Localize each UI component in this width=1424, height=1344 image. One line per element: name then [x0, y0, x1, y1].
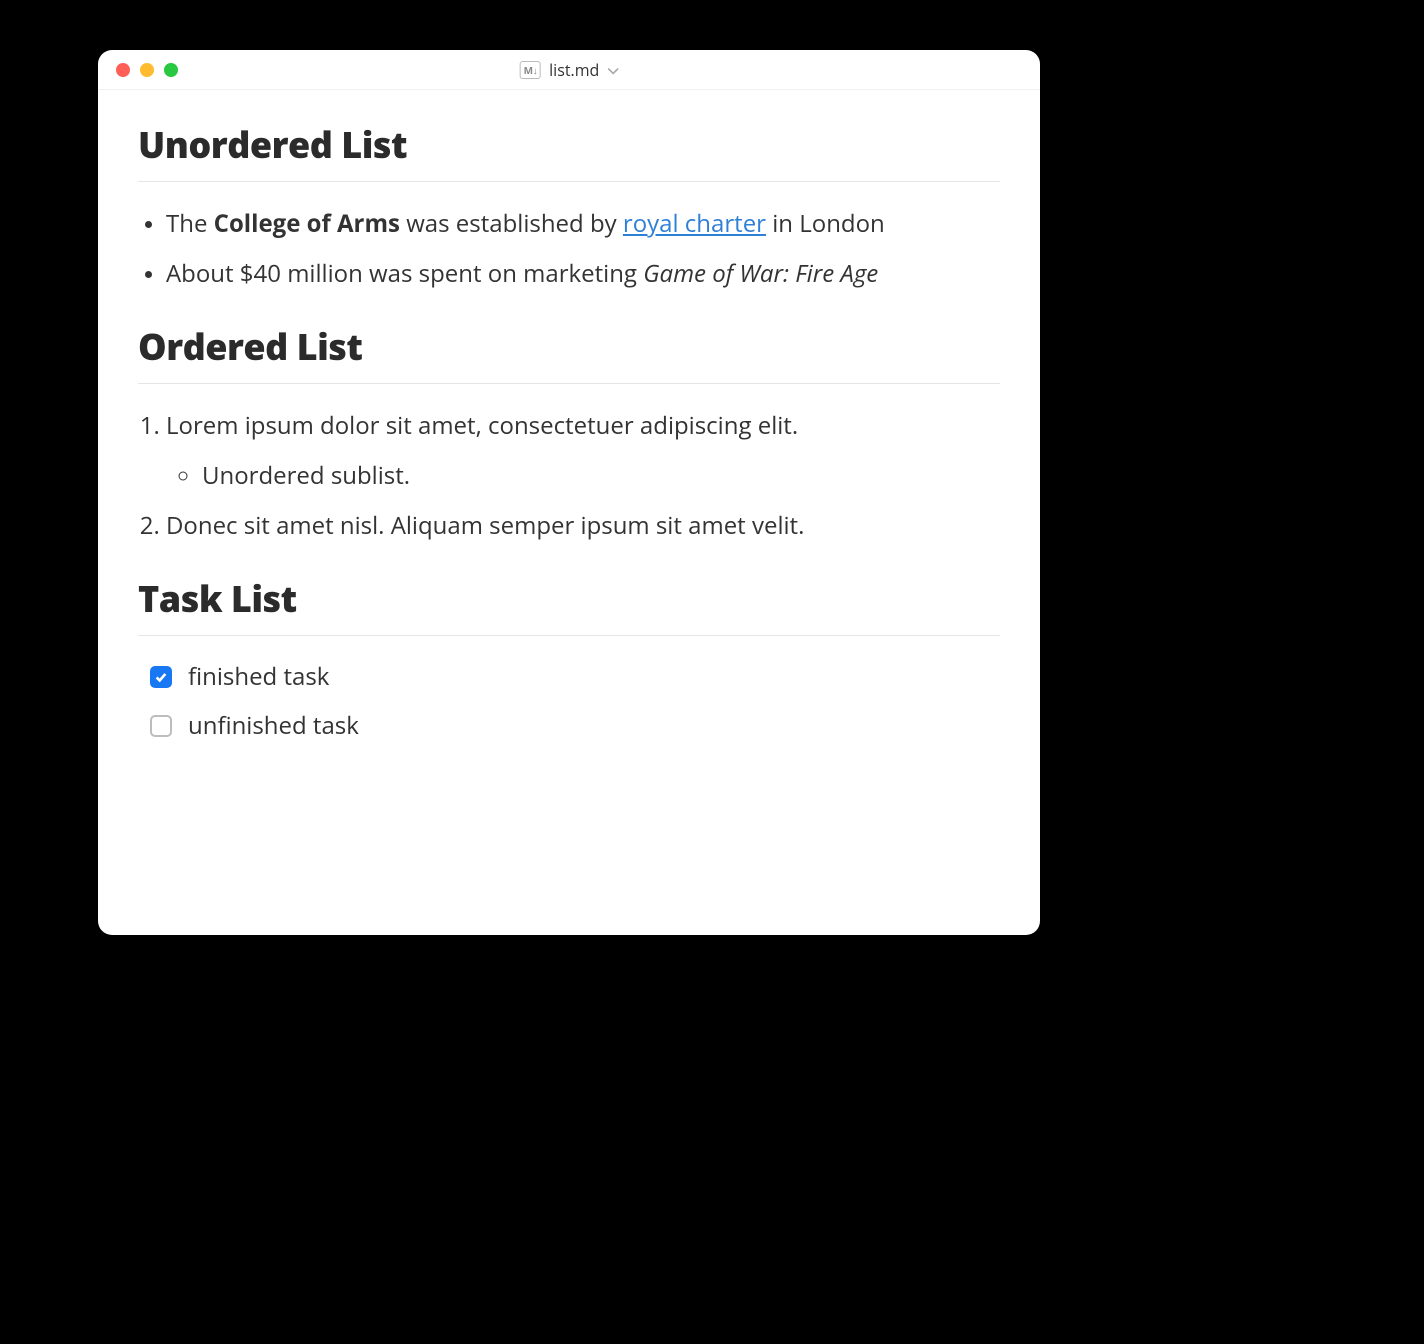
text: Unordered sublist.: [202, 459, 410, 492]
chevron-down-icon[interactable]: [607, 61, 618, 79]
filename-label: list.md: [549, 59, 599, 81]
text: was established by: [400, 207, 623, 240]
text: The: [166, 207, 214, 240]
unordered-list: The College of Arms was established by r…: [138, 206, 1000, 292]
heading-ordered-list: Ordered List: [138, 322, 1000, 384]
task-label: finished task: [188, 660, 329, 693]
royal-charter-link[interactable]: royal charter: [623, 207, 766, 240]
close-button[interactable]: [116, 63, 130, 77]
traffic-lights: [98, 63, 178, 77]
list-item: The College of Arms was established by r…: [166, 206, 1000, 242]
list-item: Lorem ipsum dolor sit amet, consectetuer…: [166, 408, 1000, 494]
list-item: Donec sit amet nisl. Aliquam semper ipsu…: [166, 508, 1000, 544]
minimize-button[interactable]: [140, 63, 154, 77]
ordered-list: Lorem ipsum dolor sit amet, consectetuer…: [138, 408, 1000, 544]
bold-text: College of Arms: [214, 207, 400, 240]
heading-task-list: Task List: [138, 574, 1000, 636]
list-item: Unordered sublist.: [202, 458, 1000, 494]
editor-content[interactable]: Unordered List The College of Arms was e…: [98, 90, 1040, 935]
heading-unordered-list: Unordered List: [138, 120, 1000, 182]
maximize-button[interactable]: [164, 63, 178, 77]
checkbox-unchecked[interactable]: [150, 715, 172, 737]
task-item: unfinished task: [150, 709, 1000, 742]
text: Lorem ipsum dolor sit amet, consectetuer…: [166, 409, 798, 442]
text: About $40 million was spent on marketing: [166, 257, 643, 290]
titlebar[interactable]: M↓ list.md: [98, 50, 1040, 90]
list-item: About $40 million was spent on marketing…: [166, 256, 1000, 292]
markdown-icon: M↓: [520, 61, 541, 79]
text: Donec sit amet nisl. Aliquam semper ipsu…: [166, 509, 804, 542]
text: in London: [766, 207, 885, 240]
unordered-sublist: Unordered sublist.: [166, 458, 1000, 494]
task-item: finished task: [150, 660, 1000, 693]
title-area[interactable]: M↓ list.md: [520, 59, 619, 81]
italic-text: Game of War: Fire Age: [643, 257, 878, 290]
task-list: finished task unfinished task: [138, 660, 1000, 742]
task-label: unfinished task: [188, 709, 359, 742]
app-window: M↓ list.md Unordered List The College of…: [98, 50, 1040, 935]
check-icon: [154, 670, 168, 684]
checkbox-checked[interactable]: [150, 666, 172, 688]
